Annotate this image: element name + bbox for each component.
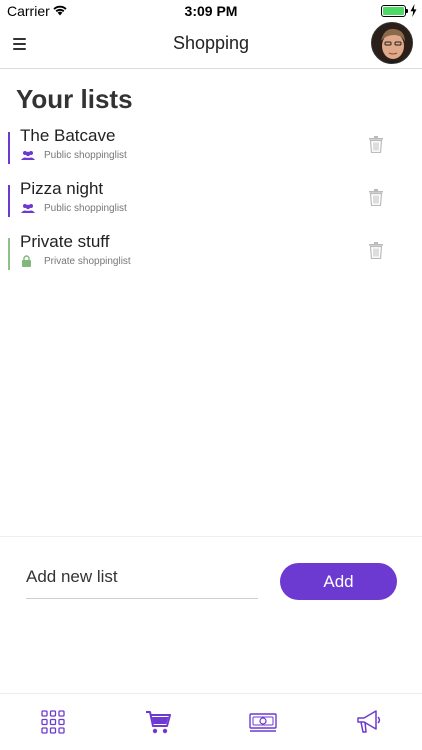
add-list-section: Add: [0, 536, 422, 693]
list-type-label: Public shoppinglist: [44, 150, 127, 161]
money-icon: [249, 713, 277, 732]
tab-grid[interactable]: [39, 708, 67, 736]
lock-icon: [22, 255, 31, 267]
tab-money[interactable]: [249, 708, 277, 736]
trash-icon[interactable]: [369, 242, 383, 259]
list-color-bar: [8, 238, 10, 270]
nav-title: Shopping: [172, 33, 250, 53]
list-item[interactable]: Private stuff Private shoppinglist: [8, 232, 408, 278]
avatar-photo: [372, 23, 412, 63]
list-name: Private stuff: [20, 232, 110, 251]
trash-icon[interactable]: [369, 189, 383, 206]
clock: 3:09 PM: [184, 3, 238, 19]
status-bar: Carrier 3:09 PM: [0, 0, 422, 22]
list-name: The Batcave: [20, 126, 116, 145]
add-button[interactable]: Add: [280, 563, 397, 600]
group-icon: [21, 204, 35, 213]
battery-cap: [406, 9, 408, 13]
group-icon: [21, 151, 35, 160]
cart-icon: [146, 711, 171, 734]
trash-icon[interactable]: [369, 136, 383, 153]
page-title: Your lists: [16, 84, 133, 114]
new-list-input[interactable]: [26, 555, 258, 599]
list-type-label: Private shoppinglist: [44, 256, 131, 267]
tab-bar: [0, 693, 422, 750]
charging-bolt-icon: [410, 4, 417, 17]
tab-announcements[interactable]: [355, 708, 383, 736]
megaphone-icon: [357, 710, 381, 733]
list-item[interactable]: The Batcave Public shoppinglist: [8, 126, 408, 172]
avatar[interactable]: [371, 22, 413, 64]
tab-shopping[interactable]: [144, 708, 172, 736]
list-name: Pizza night: [20, 179, 104, 198]
battery-icon: [381, 5, 406, 17]
list-color-bar: [8, 132, 10, 164]
list-color-bar: [8, 185, 10, 217]
nav-bar: Shopping: [0, 22, 422, 69]
list-item[interactable]: Pizza night Public shoppinglist: [8, 179, 408, 225]
grid-icon: [41, 710, 65, 734]
list-type-label: Public shoppinglist: [44, 203, 127, 214]
